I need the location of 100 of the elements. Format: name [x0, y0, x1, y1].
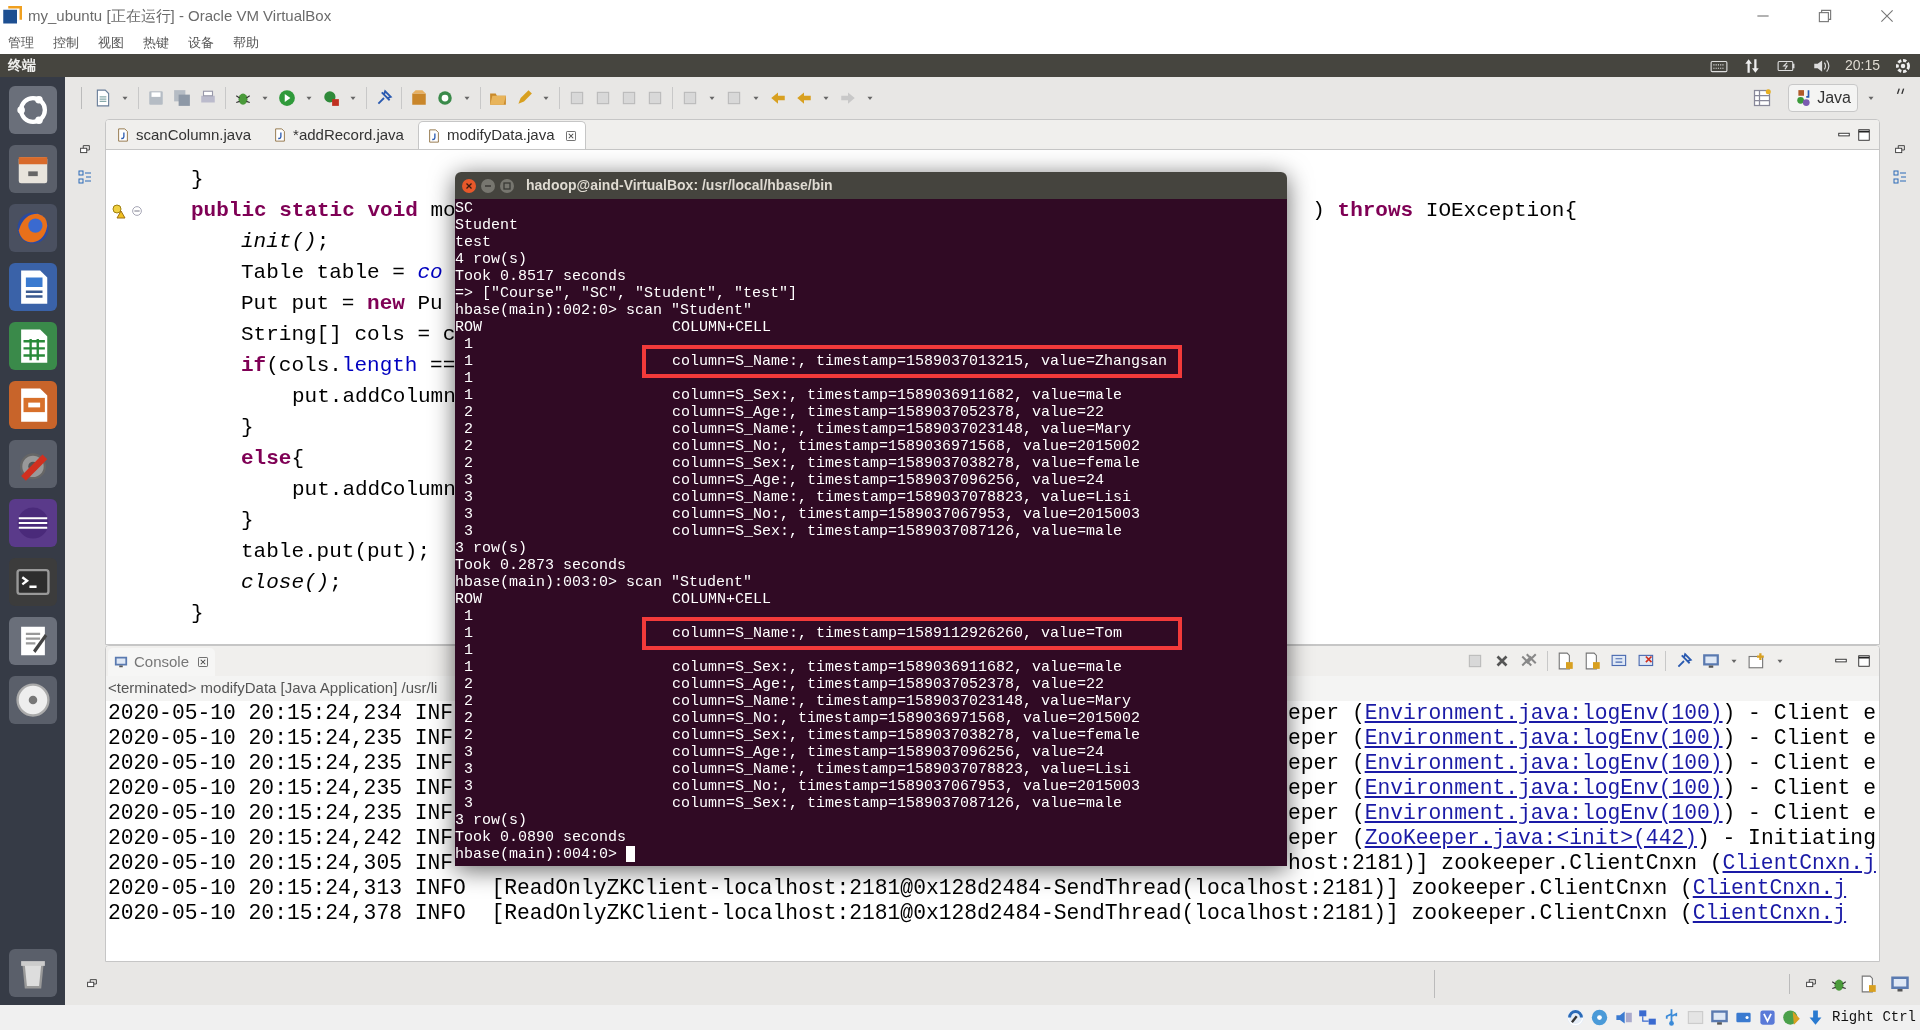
cell-value: column=S_No:, timestamp=1589037067953, value=2015003	[672, 506, 1141, 523]
menu-item[interactable]: 视图	[98, 35, 124, 51]
cell-value: column=S_Name:, timestamp=1589112926260, value=Tom	[672, 625, 1123, 642]
row-key: 2	[464, 404, 473, 421]
code-line: Put put = new Pu	[241, 290, 443, 317]
optical-disc-icon[interactable]	[1590, 1008, 1609, 1027]
row-key: 2	[464, 727, 473, 744]
editor-tab[interactable]: scanColumn.java	[108, 121, 260, 149]
document-icon[interactable]	[94, 89, 112, 107]
lock-document-icon[interactable]	[1584, 652, 1602, 670]
cell-value: column=S_No:, timestamp=1589036971568, value=2015002	[672, 710, 1141, 727]
source-link[interactable]: ClientCnxn.j	[1722, 850, 1876, 875]
outline-icon[interactable]	[1892, 169, 1908, 185]
cube-icon	[2, 6, 22, 26]
console-line: eper (Environment.java:logEnv(100)) - Client e	[1288, 799, 1876, 827]
console-line: 2020-05-10 20:15:24,378 INFO [ReadOnlyZKClient-localhost:2181@0x128d2484-SendThread(localhost:2181)] zookeeper.ClientCnxn (ClientCnxn.j	[108, 899, 1847, 927]
clock[interactable]: 20:15	[1844, 55, 1880, 76]
menu-item[interactable]: 控制	[53, 35, 79, 51]
row-key: 1	[464, 336, 473, 353]
source-link[interactable]: ClientCnxn.j	[1692, 900, 1847, 925]
row-key: 1	[464, 353, 473, 370]
pin-icon[interactable]	[375, 89, 393, 107]
row-key: ROW	[455, 319, 482, 336]
transfer-arrows-icon[interactable]	[1742, 56, 1761, 75]
source-link[interactable]: Environment.java:logEnv(100)	[1364, 750, 1723, 775]
floppies-icon[interactable]	[173, 89, 191, 107]
maximize-icon[interactable]	[499, 177, 515, 194]
source-link[interactable]: Environment.java:logEnv(100)	[1364, 700, 1723, 725]
code-line: Table table = co	[241, 259, 443, 286]
chevron-badge-icon[interactable]	[1758, 1008, 1777, 1027]
perspective-button[interactable]: Java	[1788, 84, 1858, 112]
row-key: ROW	[455, 591, 482, 608]
row-key: 3	[464, 761, 473, 778]
close-icon[interactable]	[564, 129, 577, 142]
console-line: eper (Environment.java:logEnv(100)) - Client e	[1288, 774, 1876, 802]
cell-value: column=S_Sex:, timestamp=1589037087126, value=male	[672, 795, 1123, 812]
terminal-line: 3 row(s)	[455, 540, 527, 557]
editor-tab[interactable]: *addRecord.java	[265, 121, 412, 149]
play-icon[interactable]	[278, 89, 296, 107]
monitor-icon[interactable]	[1702, 652, 1720, 670]
source-link[interactable]: Environment.java:logEnv(100)	[1364, 725, 1723, 750]
row-key: 2	[464, 710, 473, 727]
menu-item[interactable]: 帮助	[233, 35, 259, 51]
row-key: 1	[464, 642, 473, 659]
console-line: eper (ZooKeeper.java:<init>(442)) - Initiating	[1288, 824, 1876, 852]
monitor-icon	[114, 655, 128, 669]
network-icon[interactable]	[1638, 1008, 1657, 1027]
editor-tab[interactable]: modifyData.java	[417, 121, 586, 149]
list-icon[interactable]	[77, 169, 93, 185]
code-line: String[] cols = c	[241, 321, 456, 348]
maximize-view-icon[interactable]	[1857, 127, 1871, 142]
terminal-line: test	[455, 234, 491, 251]
new-console-icon[interactable]	[1748, 652, 1766, 670]
minimize-icon[interactable]	[480, 177, 496, 194]
code-line: close();	[241, 569, 342, 596]
maximize-view-icon[interactable]	[1857, 654, 1871, 668]
source-link[interactable]: Environment.java:logEnv(100)	[1364, 800, 1723, 825]
source-link[interactable]: Environment.java:logEnv(100)	[1364, 775, 1723, 800]
menu-item[interactable]: 设备	[188, 35, 214, 51]
console-line: 2020-05-10 20:15:24,234 INF	[108, 699, 455, 727]
menu-item[interactable]: 热键	[143, 35, 169, 51]
terminal-line: hbase(main):002:0> scan "Student"	[455, 302, 753, 319]
row-key: 3	[464, 744, 473, 761]
collapse-icon[interactable]	[130, 203, 144, 218]
close-icon[interactable]	[197, 656, 210, 668]
gear-icon[interactable]	[1894, 56, 1912, 75]
row-key: 2	[464, 676, 473, 693]
menu-item[interactable]: 管理	[8, 35, 34, 51]
document-icon[interactable]	[1860, 974, 1878, 993]
code-line: put.addColumn	[292, 383, 456, 410]
pin-icon[interactable]	[1675, 652, 1693, 670]
java-file-icon	[273, 127, 288, 143]
terminal-title: hadoop@aind-VirtualBox: /usr/local/hbase/bin	[526, 176, 833, 195]
row-key: 3	[464, 506, 473, 523]
console-tab[interactable]: Console	[108, 648, 216, 676]
close-icon[interactable]	[461, 177, 477, 194]
terminal-line: Took 0.8517 seconds	[455, 268, 627, 285]
code-line: if(cols.length ==	[241, 352, 456, 379]
code-line: table.put(put);	[241, 538, 431, 565]
display-icon[interactable]	[1710, 1008, 1729, 1027]
ring-icon[interactable]	[436, 89, 454, 107]
close-icon[interactable]	[1878, 7, 1896, 25]
source-link[interactable]: ClientCnxn.j	[1692, 875, 1847, 900]
cell-value: COLUMN+CELL	[672, 319, 772, 336]
terminal-line: SC	[455, 200, 473, 217]
cell-value: column=S_Sex:, timestamp=1589037038278, value=female	[672, 727, 1141, 744]
run-tool-icon[interactable]	[322, 89, 340, 107]
table-plus-icon[interactable]	[1752, 88, 1773, 108]
source-link[interactable]: ZooKeeper.java:<init>(442)	[1364, 825, 1697, 850]
terminal-line: 3 row(s)	[455, 812, 527, 829]
disk-gauge-icon[interactable]	[1566, 1008, 1585, 1027]
lock-document-icon[interactable]	[1557, 652, 1575, 670]
package-icon[interactable]	[410, 89, 428, 107]
disc-icon[interactable]	[13, 681, 52, 719]
row-key: 3	[464, 778, 473, 795]
row-key: 2	[464, 421, 473, 438]
terminal-prompt: hbase(main):004:0>	[455, 846, 618, 863]
restore-icon[interactable]	[1816, 7, 1834, 25]
row-key: 1	[464, 625, 473, 642]
console-line: 2020-05-10 20:15:24,235 INF	[108, 749, 455, 777]
